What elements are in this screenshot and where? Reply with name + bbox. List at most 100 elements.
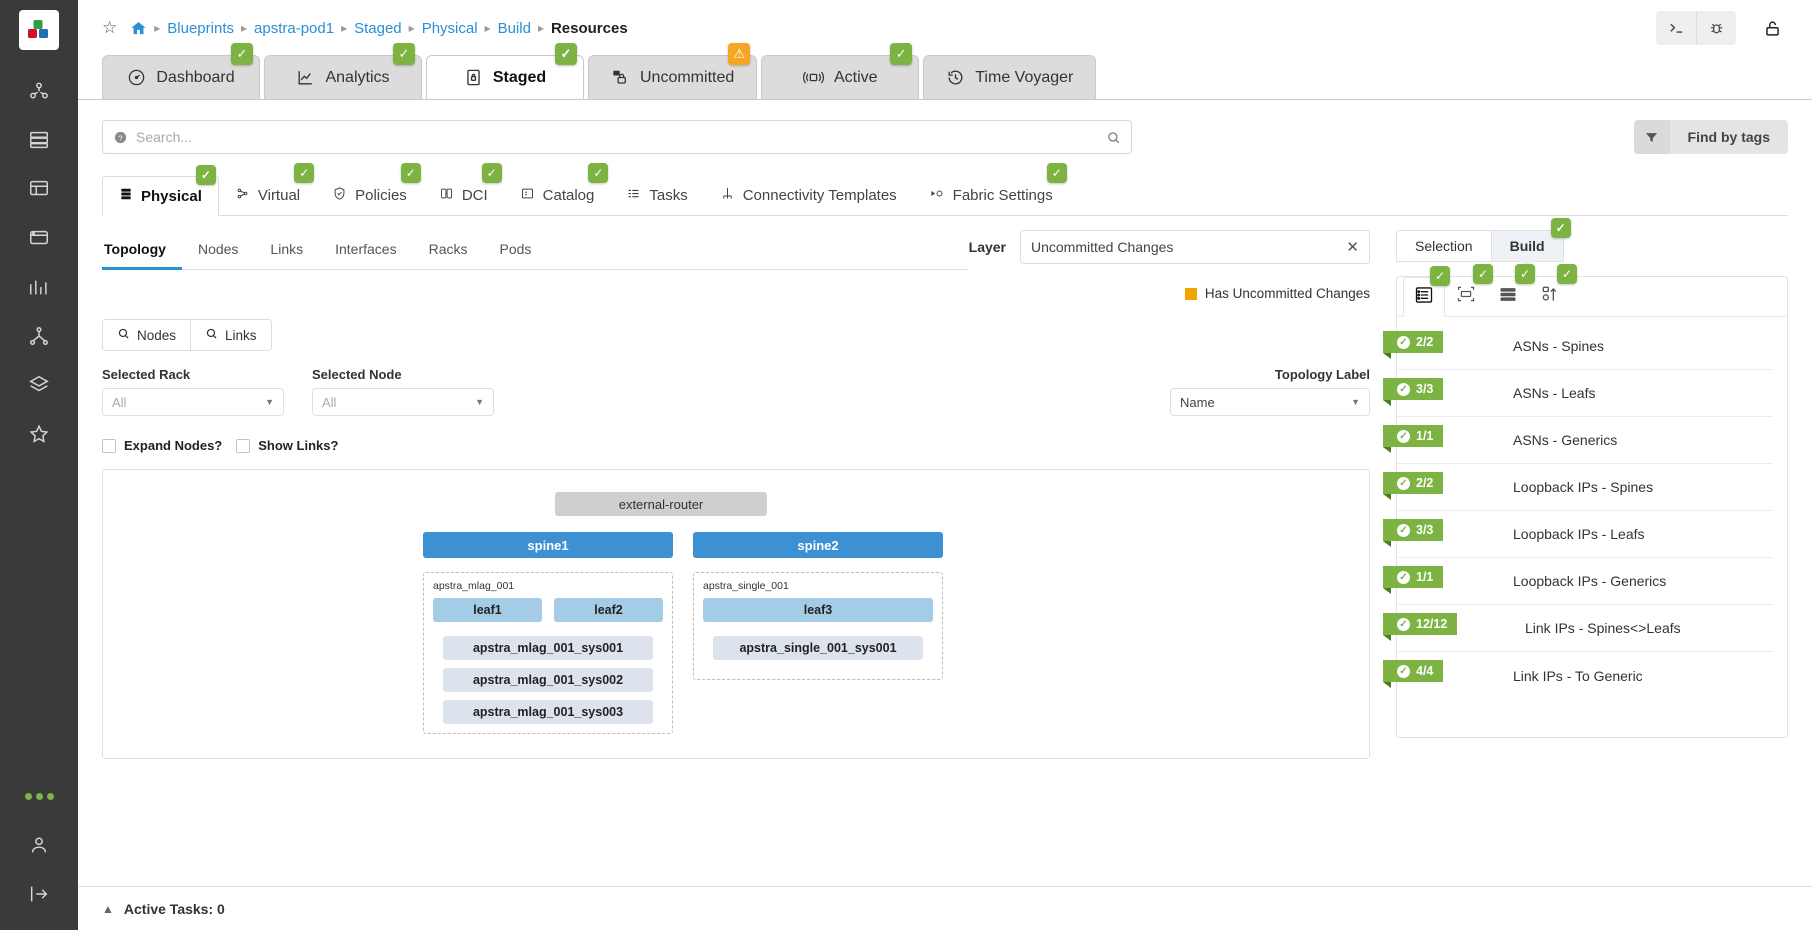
tab-active[interactable]: Active ✓ — [761, 43, 920, 99]
list-item[interactable]: ✓ 4/4 Link IPs - To Generic — [1383, 652, 1773, 699]
rack-apstra-single-001[interactable]: apstra_single_001 leaf3 apstra_single_00… — [693, 572, 943, 680]
find-by-tags-button[interactable]: Find by tags — [1633, 120, 1788, 154]
tab-connectivity-templates[interactable]: Connectivity Templates — [704, 175, 913, 215]
tab-device-profiles-icon[interactable]: ✓ — [1445, 264, 1493, 316]
node-label: apstra_mlag_001_sys001 — [472, 641, 624, 655]
tab-fabric-settings[interactable]: Fabric Settings ✓ — [913, 163, 1069, 215]
topology-label-dropdown[interactable]: Name ▼ — [1170, 388, 1370, 416]
check-icon: ✓ — [1397, 382, 1410, 396]
search-icon[interactable] — [1106, 130, 1121, 145]
selected-rack-dropdown[interactable]: All ▼ — [102, 388, 284, 416]
nodes-search-button[interactable]: Nodes — [103, 320, 191, 350]
home-icon[interactable] — [130, 20, 147, 37]
rail-item-resources[interactable] — [16, 166, 62, 212]
node-server[interactable]: apstra_mlag_001_sys003 — [443, 700, 653, 724]
tab-staged[interactable]: Staged ✓ — [426, 43, 584, 99]
rack-apstra-mlag-001[interactable]: apstra_mlag_001 leaf1 leaf2 apstra_mlag_… — [423, 572, 673, 734]
tab-analytics[interactable]: Analytics ✓ — [264, 43, 422, 99]
tab-uncommitted[interactable]: Uncommitted ⚠ — [588, 43, 758, 99]
search-box[interactable]: ? — [102, 120, 1132, 154]
tab-dashboard[interactable]: Dashboard ✓ — [102, 43, 260, 99]
tab-label: Racks — [428, 241, 468, 257]
list-item[interactable]: ✓ 2/2 Loopback IPs - Spines — [1383, 464, 1773, 511]
check-icon: ✓ — [1397, 570, 1410, 584]
breadcrumb-item-build[interactable]: Build — [498, 20, 531, 37]
list-item[interactable]: ✓ 2/2 ASNs - Spines — [1383, 323, 1773, 370]
resource-label: Link IPs - To Generic — [1513, 667, 1643, 684]
tab-devices-icon[interactable]: ✓ — [1487, 264, 1535, 316]
debug-bug-icon[interactable] — [1696, 11, 1736, 45]
tab-policies[interactable]: Policies ✓ — [316, 163, 423, 215]
selected-node-dropdown[interactable]: All ▼ — [312, 388, 494, 416]
tab-dci[interactable]: DCI ✓ — [423, 163, 504, 215]
node-external-router[interactable]: external-router — [555, 492, 767, 516]
app-logo[interactable] — [19, 10, 59, 50]
search-input[interactable] — [136, 129, 1098, 145]
tab-pods[interactable]: Pods — [484, 229, 548, 269]
breadcrumb-item-staged[interactable]: Staged — [354, 20, 402, 37]
breadcrumb-item-resources: Resources — [550, 19, 628, 37]
rail-item-user[interactable] — [16, 822, 62, 868]
tab-racks[interactable]: Racks — [413, 229, 484, 269]
node-leaf1[interactable]: leaf1 — [433, 598, 542, 622]
list-item[interactable]: ✓ 3/3 Loopback IPs - Leafs — [1383, 511, 1773, 558]
catalog-icon — [520, 186, 535, 205]
tab-build[interactable]: Build ✓ — [1491, 218, 1571, 268]
tab-label: Physical — [141, 187, 202, 205]
tab-selection[interactable]: Selection — [1396, 230, 1492, 262]
breadcrumb-item-physical[interactable]: Physical — [422, 20, 478, 37]
tab-catalog[interactable]: Catalog ✓ — [504, 163, 611, 215]
terminal-icon[interactable] — [1656, 11, 1696, 45]
rail-item-logout[interactable] — [16, 871, 62, 917]
resource-count: 3/3 — [1416, 382, 1434, 396]
node-leaf2[interactable]: leaf2 — [554, 598, 663, 622]
tab-resources-icon[interactable]: ✓ — [1403, 266, 1450, 317]
links-search-button[interactable]: Links — [190, 320, 271, 350]
rail-item-analytics[interactable] — [16, 264, 62, 310]
server-rack-icon — [1498, 284, 1518, 309]
tab-links[interactable]: Links — [254, 229, 319, 269]
list-item[interactable]: ✓ 1/1 Loopback IPs - Generics — [1383, 558, 1773, 605]
chart-line-icon — [296, 68, 315, 87]
breadcrumb-item-blueprints[interactable]: Blueprints — [167, 20, 234, 37]
tab-nodes[interactable]: Nodes — [182, 229, 254, 269]
close-icon[interactable]: ✕ — [1346, 238, 1359, 256]
list-item[interactable]: ✓ 3/3 ASNs - Leafs — [1383, 370, 1773, 417]
tab-tasks[interactable]: Tasks — [610, 175, 703, 215]
node-spine2[interactable]: spine2 — [693, 532, 943, 558]
unlock-icon[interactable] — [1752, 11, 1792, 45]
rail-item-topology[interactable] — [16, 313, 62, 359]
rail-item-layers[interactable] — [16, 362, 62, 408]
node-spine1[interactable]: spine1 — [423, 532, 673, 558]
layer-select[interactable]: Uncommitted Changes ✕ — [1020, 230, 1370, 264]
node-server[interactable]: apstra_mlag_001_sys002 — [443, 668, 653, 692]
rail-item-favorites[interactable] — [16, 411, 62, 457]
tab-virtual[interactable]: Virtual ✓ — [219, 163, 316, 215]
list-item[interactable]: ✓ 12/12 Link IPs - Spines<>Leafs — [1383, 605, 1773, 652]
rail-item-design[interactable] — [16, 215, 62, 261]
tab-interfaces[interactable]: Interfaces — [319, 229, 412, 269]
tab-topology[interactable]: Topology — [102, 229, 182, 270]
leaf-row: leaf1 leaf2 — [433, 598, 663, 622]
node-server[interactable]: apstra_mlag_001_sys001 — [443, 636, 653, 660]
breadcrumb-item-apstra-pod1[interactable]: apstra-pod1 — [254, 20, 334, 37]
node-label: spine1 — [527, 537, 569, 553]
rail-item-blueprints[interactable] — [16, 68, 62, 114]
tab-config-deploy-icon[interactable]: ✓ — [1529, 264, 1577, 316]
node-label: apstra_single_001_sys001 — [739, 641, 897, 655]
tab-label: Connectivity Templates — [742, 186, 897, 204]
expand-nodes-checkbox[interactable]: Expand Nodes? — [102, 438, 222, 453]
chevron-up-icon[interactable]: ▲ — [102, 902, 114, 916]
layer-value: Uncommitted Changes — [1031, 239, 1174, 255]
show-links-checkbox[interactable]: Show Links? — [236, 438, 338, 453]
list-item[interactable]: ✓ 1/1 ASNs - Generics — [1383, 417, 1773, 464]
favorite-star-icon[interactable]: ☆ — [102, 18, 117, 38]
connectivity-icon — [720, 186, 735, 205]
tab-physical[interactable]: Physical ✓ — [102, 165, 219, 216]
rail-item-devices[interactable] — [16, 117, 62, 163]
resource-label: Loopback IPs - Leafs — [1513, 526, 1645, 542]
check-icon: ✓ — [1397, 617, 1410, 631]
tab-time-voyager[interactable]: Time Voyager — [923, 55, 1097, 99]
node-server[interactable]: apstra_single_001_sys001 — [713, 636, 923, 660]
node-leaf3[interactable]: leaf3 — [703, 598, 933, 622]
